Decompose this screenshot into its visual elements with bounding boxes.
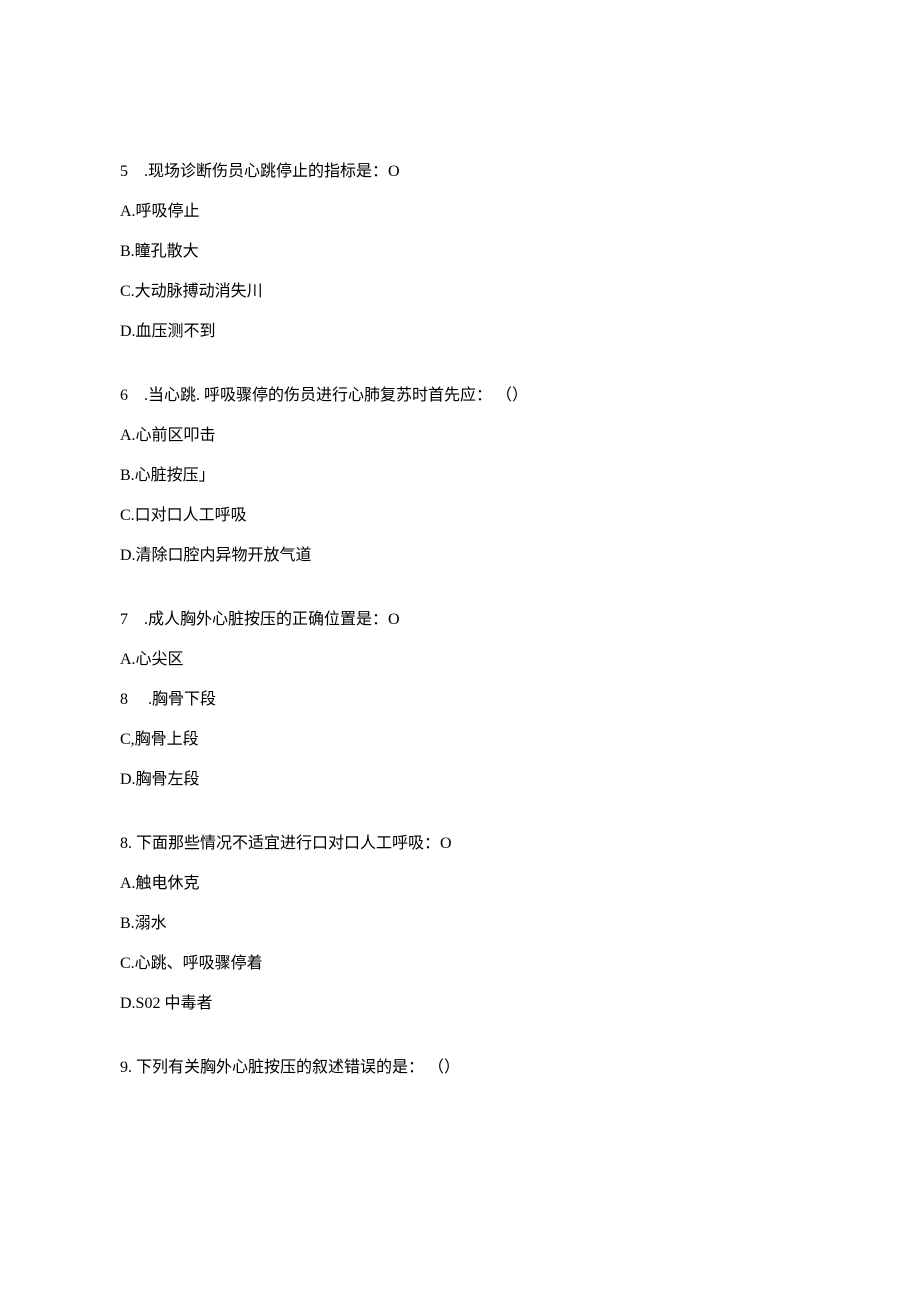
question-6-option-c: C.口对口人工呼吸 <box>120 506 800 526</box>
question-6-option-a: A.心前区叩击 <box>120 426 800 446</box>
stem-sep: . <box>132 611 148 628</box>
page-body: 5 .现场诊断伤员心跳停止的指标是：O A.呼吸停止 B.瞳孔散大 C.大动脉搏… <box>0 0 920 1198</box>
question-7-stem: 7 .成人胸外心脏按压的正确位置是：O <box>120 610 800 630</box>
spacer <box>120 362 800 386</box>
spacer <box>120 1034 800 1058</box>
stem-text: 现场诊断伤员心跳停止的指标是：O <box>148 163 400 180</box>
question-7-option-a: A.心尖区 <box>120 650 800 670</box>
stem-sep: . <box>132 387 148 404</box>
question-5-option-a: A.呼吸停止 <box>120 202 800 222</box>
question-number: 7 <box>120 610 132 630</box>
question-7-option-b: 8 .胸骨下段 <box>120 690 800 710</box>
question-6-option-b: B.心脏按压」 <box>120 466 800 486</box>
question-9-stem: 9. 下列有关胸外心脏按压的叙述错误的是： （） <box>120 1058 800 1078</box>
question-8-option-a: A.触电休克 <box>120 874 800 894</box>
option-text: 胸骨下段 <box>152 691 216 708</box>
question-8-option-d: D.S02 中毒者 <box>120 994 800 1014</box>
question-7-option-d: D.胸骨左段 <box>120 770 800 790</box>
question-7-option-c: C,胸骨上段 <box>120 730 800 750</box>
stem-text: 当心跳. 呼吸骤停的伤员进行心肺复苏时首先应： （） <box>148 387 528 404</box>
stem-text: 下面那些情况不适宜进行口对口人工呼吸：O <box>136 835 452 852</box>
question-number: 5 <box>120 162 132 182</box>
option-sep: . <box>132 691 152 708</box>
question-8-stem: 8. 下面那些情况不适宜进行口对口人工呼吸：O <box>120 834 800 854</box>
stem-sep: . <box>132 163 148 180</box>
question-number: 9. <box>120 1059 136 1076</box>
stem-text: 成人胸外心脏按压的正确位置是：O <box>148 611 400 628</box>
spacer <box>120 810 800 834</box>
question-6-option-d: D.清除口腔内异物开放气道 <box>120 546 800 566</box>
option-number: 8 <box>120 690 132 710</box>
question-5-option-b: B.瞳孔散大 <box>120 242 800 262</box>
question-8-option-b: B.溺水 <box>120 914 800 934</box>
stem-text: 下列有关胸外心脏按压的叙述错误的是： （） <box>136 1059 460 1076</box>
spacer <box>120 586 800 610</box>
question-6-stem: 6 .当心跳. 呼吸骤停的伤员进行心肺复苏时首先应： （） <box>120 386 800 406</box>
question-number: 8. <box>120 835 136 852</box>
question-5-stem: 5 .现场诊断伤员心跳停止的指标是：O <box>120 162 800 182</box>
question-5-option-d: D.血压测不到 <box>120 322 800 342</box>
question-number: 6 <box>120 386 132 406</box>
question-5-option-c: C.大动脉搏动消失川 <box>120 282 800 302</box>
question-8-option-c: C.心跳、呼吸骤停着 <box>120 954 800 974</box>
